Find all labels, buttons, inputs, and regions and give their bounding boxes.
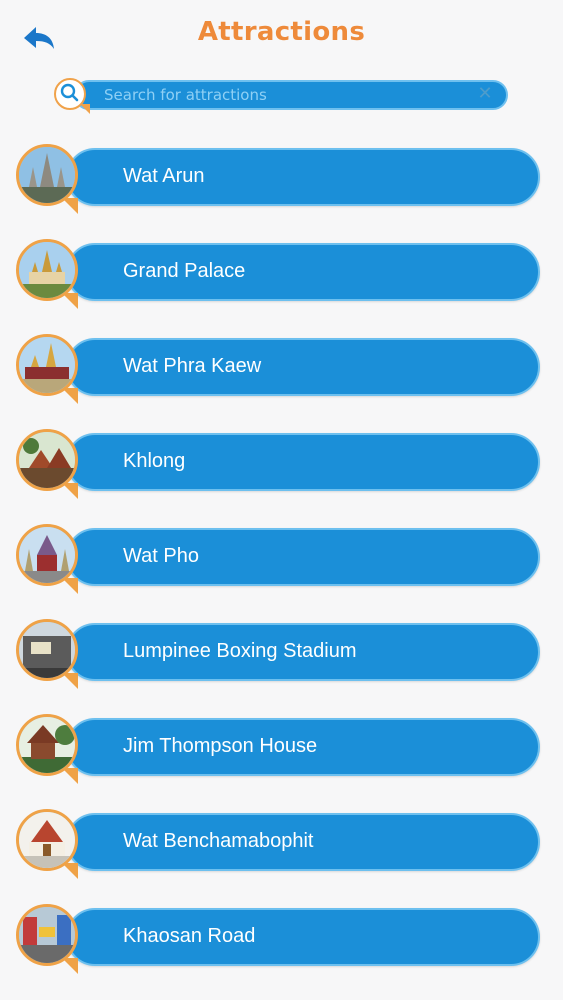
list-item-label: Wat Pho: [123, 545, 199, 567]
list-item-label: Wat Benchamabophit: [123, 830, 314, 852]
search-field-container: ✕: [74, 80, 508, 110]
list-item-label: Wat Phra Kaew: [123, 355, 262, 377]
attraction-thumbnail: [16, 334, 78, 396]
list-item-wat-pho[interactable]: Wat Pho: [16, 522, 542, 594]
list-item-label: Jim Thompson House: [123, 735, 318, 757]
attraction-thumbnail: [16, 619, 78, 681]
list-item-label: Lumpinee Boxing Stadium: [123, 640, 357, 662]
list-item-jim-thompson-house[interactable]: Jim Thompson House: [16, 712, 542, 784]
list-item-wat-phra-kaew[interactable]: Wat Phra Kaew: [16, 332, 542, 404]
search-bar: ✕: [54, 78, 510, 112]
attraction-thumbnail: [16, 809, 78, 871]
attraction-thumbnail: [16, 239, 78, 301]
page-title: Attractions: [197, 17, 366, 47]
list-item-grand-palace[interactable]: Grand Palace: [16, 237, 542, 309]
app-header: Attractions: [0, 0, 563, 70]
list-item-khlong[interactable]: Khlong: [16, 427, 542, 499]
magnifier-glyph: [60, 83, 79, 102]
attraction-thumbnail: [16, 524, 78, 586]
attraction-thumbnail: [16, 429, 78, 491]
search-icon[interactable]: [54, 78, 86, 110]
list-item-lumpinee-boxing-stadium[interactable]: Lumpinee Boxing Stadium: [16, 617, 542, 689]
attraction-thumbnail: [16, 904, 78, 966]
list-item-label: Khaosan Road: [123, 925, 256, 947]
attraction-thumbnail: [16, 144, 78, 206]
list-item-label: Grand Palace: [123, 260, 246, 282]
attraction-thumbnail: [16, 714, 78, 776]
list-item-wat-arun[interactable]: Wat Arun: [16, 142, 542, 214]
search-input[interactable]: [104, 82, 474, 108]
close-icon[interactable]: ✕: [476, 85, 494, 103]
list-item-label: Khlong: [123, 450, 186, 472]
list-item-wat-benchamabophit[interactable]: Wat Benchamabophit: [16, 807, 542, 879]
list-item-label: Wat Arun: [123, 165, 205, 187]
list-item-khaosan-road[interactable]: Khaosan Road: [16, 902, 542, 974]
